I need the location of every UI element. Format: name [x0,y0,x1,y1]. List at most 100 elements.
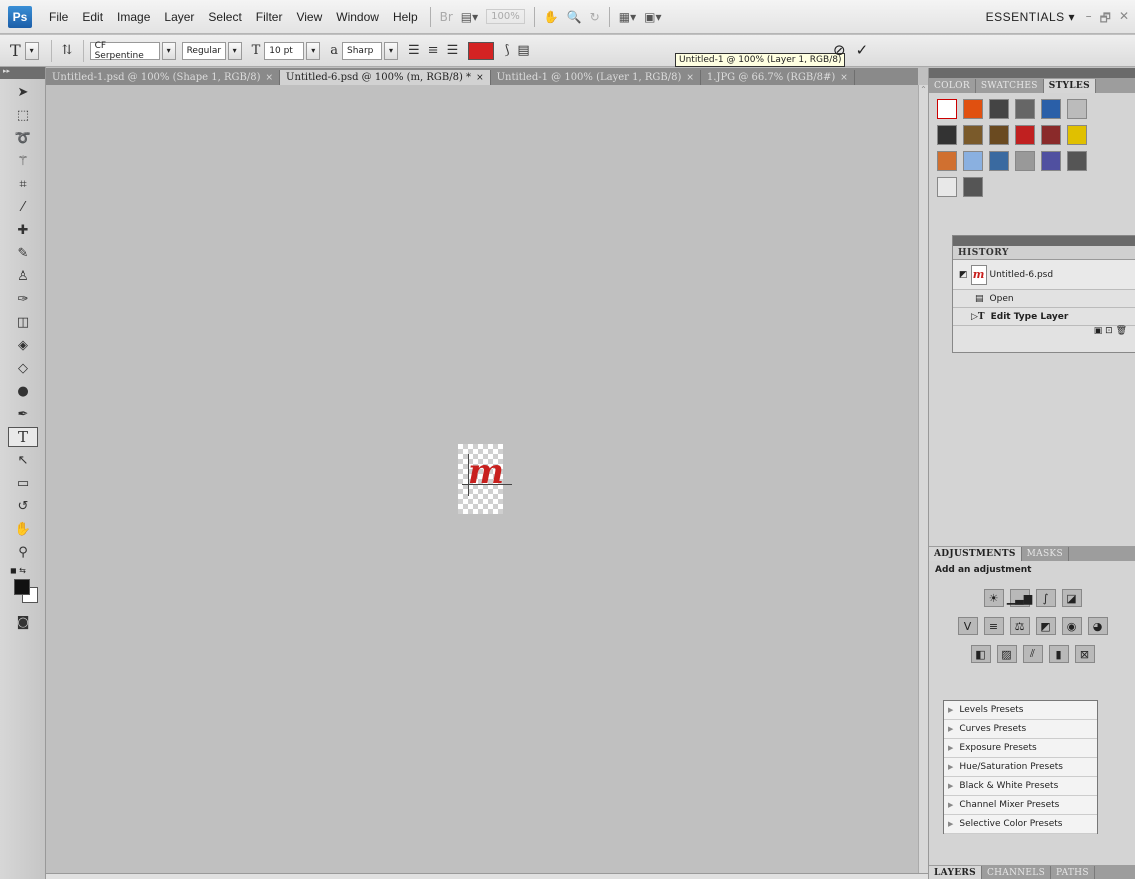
close-tab-icon[interactable]: × [840,73,848,83]
zoom-tool-icon[interactable]: ⚲ [8,542,38,562]
eyedropper-tool-icon[interactable]: ⁄ [8,197,38,217]
text-layer-glyph[interactable]: m [468,452,504,492]
lasso-tool-icon[interactable]: ➰ [8,128,38,148]
brightness-contrast-icon[interactable]: ☀ [983,589,1004,607]
dodge-tool-icon[interactable]: ● [8,381,38,401]
menu-select[interactable]: Select [201,10,248,24]
new-document-icon[interactable]: ▣ [1094,326,1103,336]
preset-item[interactable]: ▶ Curves Presets [944,720,1097,739]
tools-panel-header[interactable]: ▸▸ [0,67,45,79]
move-tool-icon[interactable]: ➤ [8,82,38,102]
vertical-scrollbar[interactable]: ⌃ [918,85,928,873]
scroll-up-icon[interactable]: ⌃ [919,85,928,94]
font-family-field[interactable]: CF Serpentine [89,41,160,61]
style-swatch[interactable] [1067,125,1087,145]
menu-view[interactable]: View [289,10,329,24]
quick-mask-icon[interactable]: ◙ [8,612,38,632]
tool-preset-dropdown[interactable]: ▾ [24,41,39,60]
text-color-swatch[interactable] [468,41,495,60]
style-swatch[interactable] [1015,99,1035,119]
tab-adjustments[interactable]: ADJUSTMENTS [929,547,1022,561]
style-swatch[interactable] [1015,125,1035,145]
magic-wand-tool-icon[interactable]: ⚚ [8,151,38,171]
preset-item[interactable]: ▶ Exposure Presets [944,739,1097,758]
tab-paths[interactable]: PATHS [1051,866,1095,879]
document-tab[interactable]: Untitled-1.psd @ 100% (Shape 1, RGB/8) × [46,70,281,85]
style-swatch[interactable] [963,99,983,119]
history-tab[interactable]: HISTORY [953,246,1135,260]
zoom-level-dropdown[interactable]: 100% [486,9,525,24]
canvas-area[interactable]: m [46,85,918,873]
tab-masks[interactable]: MASKS [1022,547,1069,561]
tab-color[interactable]: COLOR [929,79,976,93]
style-swatch[interactable] [937,151,957,171]
font-style-dropdown[interactable]: ▾ [227,41,242,60]
3d-rotate-tool-icon[interactable]: ↺ [8,496,38,516]
curves-icon[interactable]: ∫ [1035,589,1056,607]
style-swatch[interactable] [1041,99,1061,119]
tab-swatches[interactable]: SWATCHES [976,79,1044,93]
menu-help[interactable]: Help [386,10,425,24]
close-tab-icon[interactable]: × [476,73,484,83]
history-panel-header[interactable] [953,236,1135,246]
warp-text-icon[interactable]: ⟆ [504,43,509,58]
font-style-field[interactable]: Regular [181,41,226,60]
pen-tool-icon[interactable]: ✒ [8,404,38,424]
history-item-current[interactable]: ▷T Edit Type Layer [953,308,1135,326]
style-none[interactable] [937,99,957,119]
menu-edit[interactable]: Edit [75,10,110,24]
path-selection-tool-icon[interactable]: ↖ [8,450,38,470]
style-swatch[interactable] [989,99,1009,119]
camera-icon[interactable]: ⊡ [1105,326,1113,336]
tab-styles[interactable]: STYLES [1043,79,1096,93]
hand-icon[interactable]: ✋ [544,8,559,26]
vibrance-icon[interactable]: V [957,617,978,635]
zoom-icon[interactable]: 🔍 [567,8,582,26]
eraser-tool-icon[interactable]: ◫ [8,312,38,332]
screen-layout-icon[interactable]: ▣▾ [644,8,661,26]
threshold-icon[interactable]: ⫽ [1022,645,1043,663]
selective-color-icon[interactable]: ⊠ [1074,645,1095,663]
trash-icon[interactable]: 🗑 [1116,326,1127,336]
style-swatch[interactable] [1067,99,1087,119]
menu-filter[interactable]: Filter [249,10,290,24]
workspace-switcher[interactable]: ESSENTIALS ▾ [986,10,1075,24]
brush-tool-icon[interactable]: ✎ [8,243,38,263]
style-swatch[interactable] [937,177,957,197]
menu-image[interactable]: Image [110,10,157,24]
color-balance-icon[interactable]: ⚖ [1009,617,1030,635]
align-center-icon[interactable]: ≡ [428,43,439,58]
font-family-dropdown[interactable]: ▾ [161,41,176,60]
posterize-icon[interactable]: ▨ [996,645,1017,663]
character-panel-icon[interactable]: ▤ [517,43,529,58]
document-tab[interactable]: 1.JPG @ 66.7% (RGB/8#) × [701,70,855,85]
preset-item[interactable]: ▶ Selective Color Presets [944,815,1097,834]
default-colors-icon[interactable]: ◼ ⇆ [10,566,45,575]
screen-mode-icon[interactable]: ▤▾ [461,8,478,26]
marquee-tool-icon[interactable]: ⬚ [8,105,38,125]
rotate-view-icon[interactable]: ↻ [590,8,600,26]
history-item[interactable]: ▤ Open [953,290,1135,308]
preset-item[interactable]: ▶ Hue/Saturation Presets [944,758,1097,777]
healing-brush-tool-icon[interactable]: ✚ [8,220,38,240]
cancel-edit-icon[interactable]: ⊘ [833,41,846,59]
style-swatch[interactable] [1015,151,1035,171]
gradient-map-icon[interactable]: ▮ [1048,645,1069,663]
panel-dock-header[interactable] [929,68,1135,78]
menu-window[interactable]: Window [329,10,386,24]
align-right-icon[interactable]: ☰ [447,43,459,58]
style-swatch[interactable] [963,177,983,197]
hand-tool-icon[interactable]: ✋ [8,519,38,539]
document-tab[interactable]: Untitled-1 @ 100% (Layer 1, RGB/8) × [491,70,701,85]
arrange-documents-icon[interactable]: ▦▾ [619,8,636,26]
foreground-color-swatch[interactable] [14,579,30,595]
minimize-icon[interactable]: – [1086,9,1092,30]
black-white-icon[interactable]: ◩ [1035,617,1056,635]
hue-saturation-icon[interactable]: ≡ [983,617,1004,635]
exposure-icon[interactable]: ◪ [1061,589,1082,607]
preset-item[interactable]: ▶ Levels Presets [944,701,1097,720]
close-icon[interactable]: ✕ [1119,9,1129,30]
antialias-field[interactable]: Sharp [342,41,383,60]
close-tab-icon[interactable]: × [686,73,694,83]
invert-icon[interactable]: ◧ [970,645,991,663]
